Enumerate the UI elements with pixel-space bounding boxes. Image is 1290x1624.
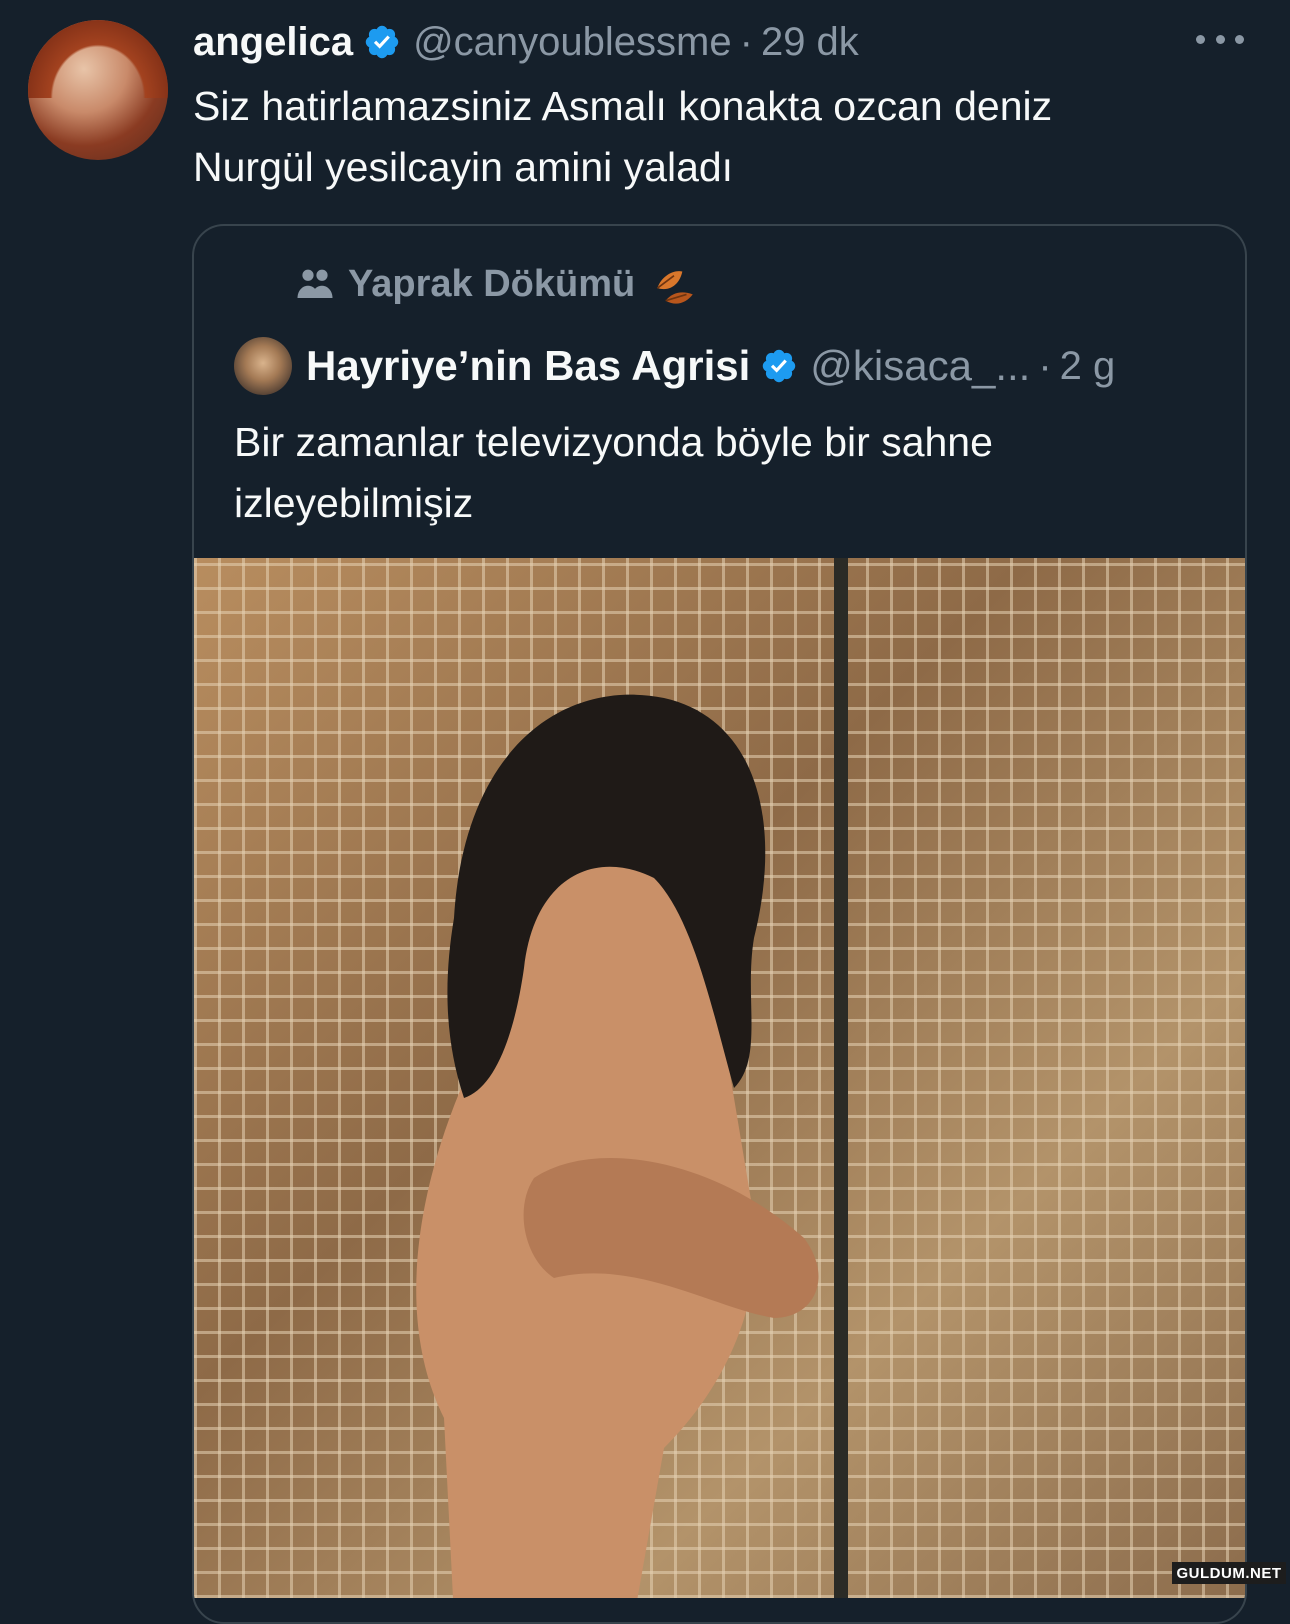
author-name[interactable]: angelica	[193, 20, 353, 65]
profile-avatar[interactable]	[28, 20, 168, 160]
quoted-author-handle[interactable]: @kisaca_...	[810, 342, 1030, 390]
autumn-leaves-icon	[657, 271, 693, 304]
tweet-text: Siz hatirlamazsiniz Asmalı konakta ozcan…	[193, 76, 1253, 198]
more-dot	[1196, 34, 1205, 44]
quoted-header: Hayriye’nin Bas Agrisi @kisaca_... · 2 g	[234, 334, 1115, 398]
community-people-icon	[297, 269, 333, 298]
verified-badge-icon	[760, 347, 798, 385]
community-label[interactable]: Yaprak Dökümü	[294, 256, 699, 312]
quoted-media-image[interactable]	[194, 558, 1245, 1598]
quoted-text-line: Bir zamanlar televizyonda böyle bir sahn…	[234, 419, 993, 465]
quoted-text: Bir zamanlar televizyonda böyle bir sahn…	[234, 412, 1214, 534]
tweet-text-line: Siz hatirlamazsiniz Asmalı konakta ozcan…	[193, 83, 1053, 129]
quoted-avatar[interactable]	[234, 337, 292, 395]
dot-separator: ·	[739, 19, 753, 64]
more-options-icon[interactable]	[1196, 24, 1244, 54]
tweet-text-line: Nurgül yesilcayin amini yaladı	[193, 144, 734, 190]
quoted-text-line: izleyebilmişiz	[234, 480, 474, 526]
watermark: GULDUM.NET	[1172, 1562, 1286, 1584]
avatar-hair-shape	[28, 20, 168, 98]
author-handle[interactable]: @canyoublessme	[413, 20, 732, 65]
quoted-time[interactable]: 2 g	[1060, 344, 1116, 389]
quoted-tweet[interactable]: Yaprak Dökümü Hayriye’nin Bas Agrisi @ki…	[192, 224, 1247, 1624]
tweet-time[interactable]: 29 dk	[761, 20, 859, 65]
tweet-header: angelica @canyoublessme · 29 dk	[193, 14, 859, 70]
verified-badge-icon	[363, 23, 401, 61]
dot-separator: ·	[1038, 343, 1052, 388]
more-dot	[1215, 34, 1225, 44]
media-glass-frame	[834, 558, 848, 1598]
quoted-author-name[interactable]: Hayriye’nin Bas Agrisi	[306, 342, 750, 390]
community-name: Yaprak Dökümü	[348, 262, 636, 305]
more-dot	[1235, 34, 1244, 44]
